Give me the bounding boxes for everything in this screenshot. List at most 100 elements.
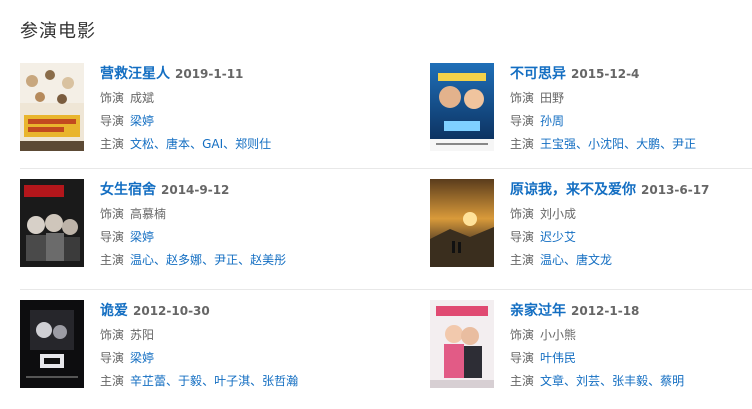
director-label: 导演 xyxy=(510,230,535,244)
star-list: 温心、唐文龙 xyxy=(540,253,612,267)
stars-label: 主演 xyxy=(100,374,125,388)
star-link[interactable]: 于毅 xyxy=(178,374,202,388)
star-separator: 、 xyxy=(154,253,167,267)
stars-label: 主演 xyxy=(510,253,535,267)
movie-title-link[interactable]: 亲家过年 xyxy=(510,303,566,319)
director-link[interactable]: 孙周 xyxy=(540,114,564,128)
role-name: 高慕楠 xyxy=(130,207,167,221)
star-link[interactable]: 赵多娜 xyxy=(166,253,202,267)
star-link[interactable]: 郑则仕 xyxy=(235,137,271,151)
movie-title-link[interactable]: 女生宿舍 xyxy=(100,182,156,198)
star-link[interactable]: 唐文龙 xyxy=(576,253,612,267)
movie-title-link[interactable]: 不可思异 xyxy=(510,66,566,82)
star-link[interactable]: 张哲瀚 xyxy=(262,374,298,388)
star-link[interactable]: 唐本 xyxy=(166,137,190,151)
star-link[interactable]: 王宝强 xyxy=(540,137,576,151)
role-name: 苏阳 xyxy=(130,328,155,342)
movie-info: 不可思异 2015-12-4 饰演 田野 导演 孙周 主演 王宝强、小沈阳、大鹏、尹正 xyxy=(510,63,752,152)
role-name: 小小熊 xyxy=(540,328,577,342)
star-link[interactable]: 赵美彤 xyxy=(250,253,286,267)
star-link[interactable]: 张丰毅 xyxy=(612,374,648,388)
star-link[interactable]: 文章 xyxy=(540,374,564,388)
movie-info: 原谅我，来不及爱你 2013-6-17 饰演 刘小成 导演 迟少艾 主演 温心、唐文龙 xyxy=(510,179,752,268)
star-separator: 、 xyxy=(202,374,215,388)
movie-poster-image[interactable] xyxy=(20,63,84,151)
movie-card: 诡爱 2012-10-30 饰演 苏阳 导演 梁婷 主演 辛芷蕾、于毅、叶子淇、张哲瀚 xyxy=(20,300,350,400)
star-link[interactable]: 叶子淇 xyxy=(214,374,250,388)
star-list: 文章、刘芸、张丰毅、蔡明 xyxy=(540,374,684,388)
sunset-poster-art xyxy=(430,179,494,267)
pet-rescue-poster-art xyxy=(20,63,84,151)
role-label: 饰演 xyxy=(100,328,125,342)
movie-info: 营救汪星人 2019-1-11 饰演 成斌 导演 梁婷 主演 文松、唐本、GAI、郑则仕 xyxy=(100,63,350,152)
stars-label: 主演 xyxy=(510,374,535,388)
movie-row: 女生宿舍 2014-9-12 饰演 高慕楠 导演 梁婷 主演 温心、赵多娜、尹正、赵美彤 xyxy=(0,169,752,290)
star-link[interactable]: 尹正 xyxy=(672,137,696,151)
star-link[interactable]: 文松 xyxy=(130,137,154,151)
star-separator: 、 xyxy=(648,374,661,388)
star-list: 辛芷蕾、于毅、叶子淇、张哲瀚 xyxy=(130,374,298,388)
movie-release-date: 2014-9-12 xyxy=(161,183,230,197)
movie-card: 不可思异 2015-12-4 饰演 田野 导演 孙周 主演 王宝强、小沈阳、大鹏、尹正 xyxy=(430,63,752,163)
movie-row: 诡爱 2012-10-30 饰演 苏阳 导演 梁婷 主演 辛芷蕾、于毅、叶子淇、张哲瀚 xyxy=(0,290,752,409)
stars-label: 主演 xyxy=(100,253,125,267)
movie-card: 亲家过年 2012-1-18 饰演 小小熊 导演 叶伟民 主演 文章、刘芸、张丰毅、蔡明 xyxy=(430,300,752,400)
horror-dorm-poster-art xyxy=(20,179,84,267)
movie-release-date: 2012-10-30 xyxy=(133,304,210,318)
star-link[interactable]: 尹正 xyxy=(214,253,238,267)
movie-info: 亲家过年 2012-1-18 饰演 小小熊 导演 叶伟民 主演 文章、刘芸、张丰毅、蔡明 xyxy=(510,300,752,389)
star-link[interactable]: 刘芸 xyxy=(576,374,600,388)
star-separator: 、 xyxy=(154,137,167,151)
star-link[interactable]: 小沈阳 xyxy=(588,137,624,151)
director-link[interactable]: 梁婷 xyxy=(130,351,154,365)
star-separator: 、 xyxy=(624,137,637,151)
director-link[interactable]: 梁婷 xyxy=(130,230,154,244)
movie-title-link[interactable]: 原谅我，来不及爱你 xyxy=(510,182,636,198)
star-link[interactable]: GAI xyxy=(202,137,223,151)
star-separator: 、 xyxy=(238,253,251,267)
movie-poster-image[interactable] xyxy=(430,63,494,151)
comedy-poster-art xyxy=(430,63,494,151)
couple-poster-art xyxy=(430,300,494,388)
stars-label: 主演 xyxy=(100,137,125,151)
movie-title-link[interactable]: 营救汪星人 xyxy=(100,66,170,82)
movie-release-date: 2019-1-11 xyxy=(175,67,244,81)
star-link[interactable]: 辛芷蕾 xyxy=(130,374,166,388)
role-name: 成斌 xyxy=(130,91,155,105)
movie-row: 营救汪星人 2019-1-11 饰演 成斌 导演 梁婷 主演 文松、唐本、GAI、郑则仕 xyxy=(0,52,752,169)
movie-poster-image[interactable] xyxy=(20,300,84,388)
movie-grid: 营救汪星人 2019-1-11 饰演 成斌 导演 梁婷 主演 文松、唐本、GAI、郑则仕 xyxy=(0,52,752,409)
star-separator: 、 xyxy=(600,374,613,388)
stars-label: 主演 xyxy=(510,137,535,151)
star-link[interactable]: 温心 xyxy=(130,253,154,267)
star-list: 温心、赵多娜、尹正、赵美彤 xyxy=(130,253,286,267)
star-link[interactable]: 蔡明 xyxy=(660,374,684,388)
star-separator: 、 xyxy=(190,137,203,151)
star-link[interactable]: 温心 xyxy=(540,253,564,267)
role-label: 饰演 xyxy=(100,207,125,221)
star-separator: 、 xyxy=(250,374,263,388)
movie-poster-image[interactable] xyxy=(430,300,494,388)
role-label: 饰演 xyxy=(510,207,535,221)
star-separator: 、 xyxy=(576,137,589,151)
movie-title-link[interactable]: 诡爱 xyxy=(100,303,128,319)
star-separator: 、 xyxy=(564,374,577,388)
star-separator: 、 xyxy=(166,374,179,388)
director-link[interactable]: 叶伟民 xyxy=(540,351,576,365)
movie-release-date: 2013-6-17 xyxy=(641,183,710,197)
director-label: 导演 xyxy=(100,351,125,365)
star-separator: 、 xyxy=(223,137,236,151)
movie-info: 女生宿舍 2014-9-12 饰演 高慕楠 导演 梁婷 主演 温心、赵多娜、尹正、赵美彤 xyxy=(100,179,350,268)
role-name: 田野 xyxy=(540,91,565,105)
movie-card: 原谅我，来不及爱你 2013-6-17 饰演 刘小成 导演 迟少艾 主演 温心、唐文龙 xyxy=(430,179,752,279)
movie-poster-image[interactable] xyxy=(20,179,84,267)
star-list: 王宝强、小沈阳、大鹏、尹正 xyxy=(540,137,696,151)
star-link[interactable]: 大鹏 xyxy=(636,137,660,151)
movie-poster-image[interactable] xyxy=(430,179,494,267)
role-label: 饰演 xyxy=(510,328,535,342)
star-separator: 、 xyxy=(202,253,215,267)
movie-info: 诡爱 2012-10-30 饰演 苏阳 导演 梁婷 主演 辛芷蕾、于毅、叶子淇、张哲瀚 xyxy=(100,300,350,389)
movie-release-date: 2015-12-4 xyxy=(571,67,640,81)
director-link[interactable]: 迟少艾 xyxy=(540,230,576,244)
director-link[interactable]: 梁婷 xyxy=(130,114,154,128)
